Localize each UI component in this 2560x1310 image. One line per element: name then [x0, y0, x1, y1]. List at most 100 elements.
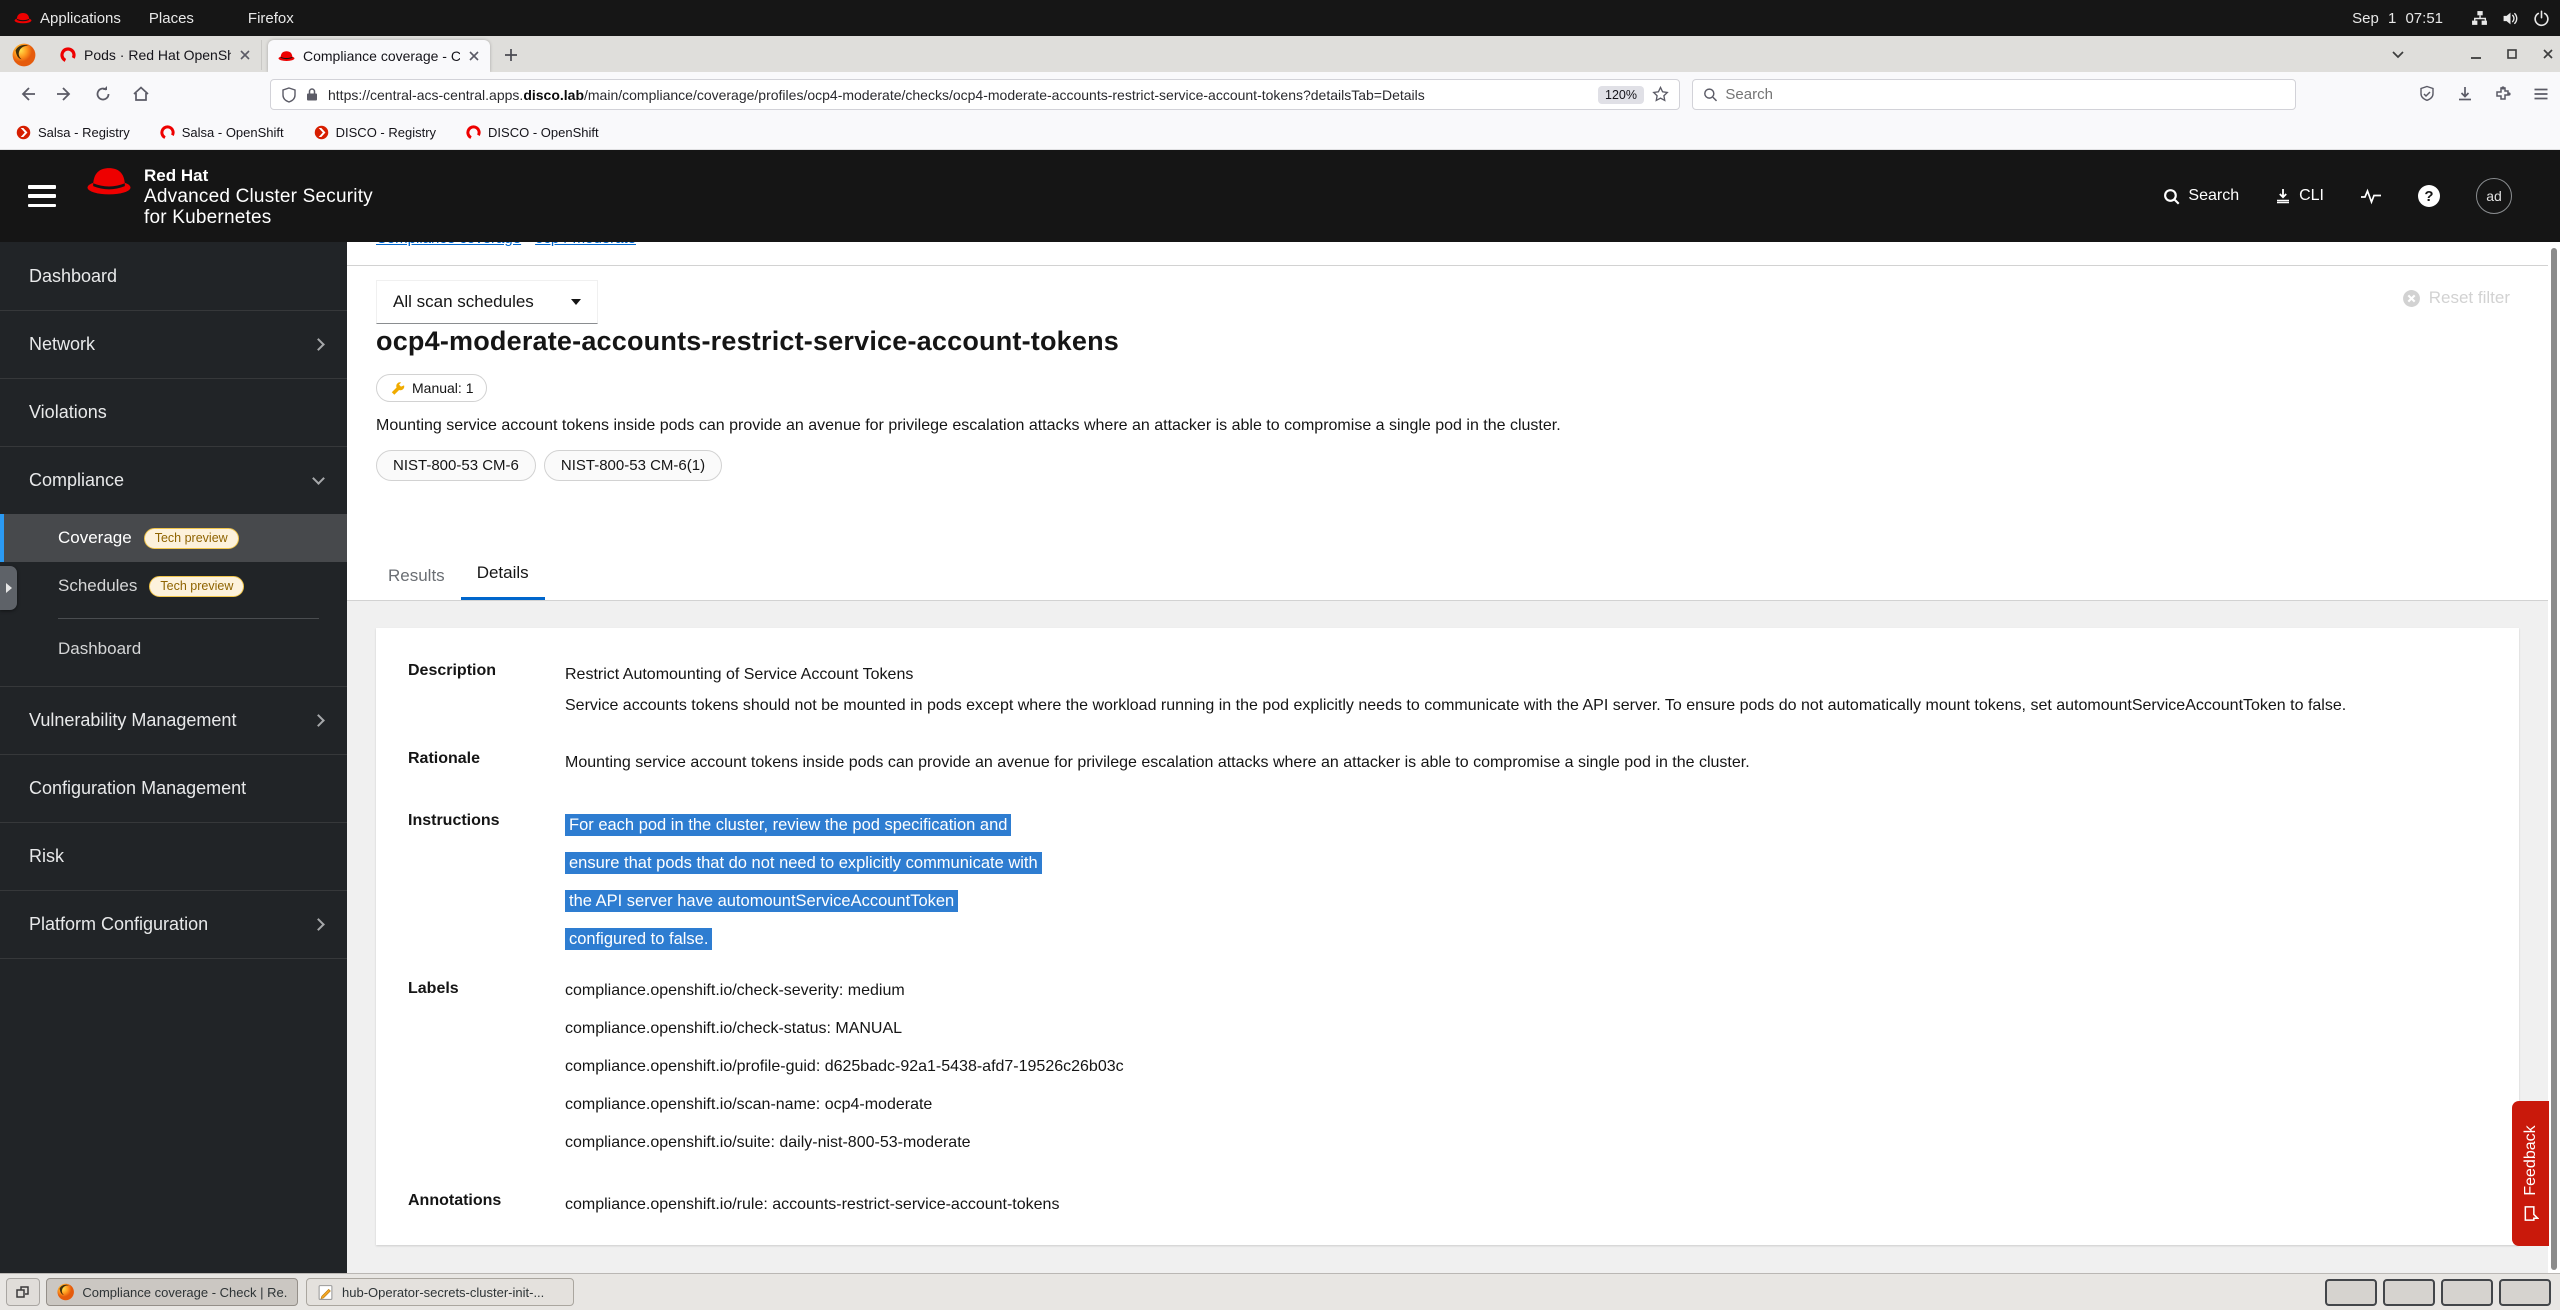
selected-line: configured to false. — [565, 928, 712, 950]
sidebar-item-network[interactable]: Network — [0, 310, 347, 378]
browser-tab-pods[interactable]: Pods · Red Hat OpenShift — [50, 40, 262, 70]
cli-download-button[interactable]: CLI — [2275, 187, 2324, 205]
chevron-right-icon — [312, 714, 325, 727]
breadcrumb-link[interactable]: Compliance coverage — [376, 242, 521, 247]
lock-icon[interactable] — [305, 87, 319, 102]
scan-schedule-select[interactable]: All scan schedules — [376, 280, 598, 324]
new-tab-icon[interactable] — [502, 46, 520, 64]
browser-tab-compliance-active[interactable]: Compliance coverage - C — [268, 40, 490, 72]
label-line: compliance.openshift.io/profile-guid: d6… — [565, 1056, 2487, 1078]
search-icon — [2163, 188, 2180, 205]
firefox-icon[interactable] — [12, 43, 36, 67]
description-paragraph: Service accounts tokens should not be mo… — [565, 691, 2487, 720]
instructions-selected-text[interactable]: For each pod in the cluster, review the … — [565, 812, 2487, 964]
url-bar[interactable]: https://central-acs-central.apps.disco.l… — [270, 79, 1680, 110]
tab-details[interactable]: Details — [461, 549, 545, 600]
bookmark-star-icon[interactable] — [1652, 86, 1669, 103]
labels-row: Labels compliance.openshift.io/check-sev… — [408, 980, 2487, 1170]
nav-label: Dashboard — [29, 266, 117, 287]
breadcrumb[interactable]: Compliance coverage ocp4-moderate — [376, 242, 1076, 250]
help-icon[interactable]: ? — [2418, 185, 2440, 207]
nav-label: Violations — [29, 402, 107, 423]
sidebar-item-risk[interactable]: Risk — [0, 822, 347, 890]
screen-edge-drag-handle[interactable] — [0, 566, 17, 610]
places-menu[interactable]: Places — [135, 0, 208, 36]
sidebar-item-dashboard[interactable]: Dashboard — [0, 242, 347, 310]
label-line: compliance.openshift.io/scan-name: ocp4-… — [565, 1094, 2487, 1116]
nav-label: Schedules — [58, 576, 137, 596]
taskbar-window-firefox[interactable]: Compliance coverage - Check | Re... — [46, 1278, 298, 1306]
sidebar-item-schedules[interactable]: Schedules Tech preview — [0, 562, 347, 610]
workspace-switcher-4[interactable] — [2499, 1279, 2551, 1306]
instructions-row: Instructions For each pod in the cluster… — [408, 812, 2487, 964]
redhat-icon — [14, 12, 32, 24]
sidebar-item-compliance-dashboard[interactable]: Dashboard — [0, 625, 347, 673]
sidebar-item-compliance[interactable]: Compliance — [0, 446, 347, 514]
search-input[interactable] — [1725, 86, 2285, 103]
downloads-icon[interactable] — [2456, 85, 2474, 103]
reload-icon[interactable] — [94, 85, 112, 103]
feedback-button[interactable]: Feedback — [2512, 1101, 2549, 1246]
bookmark-label: DISCO - Registry — [336, 125, 436, 140]
annotation-line: compliance.openshift.io/rule: accounts-r… — [565, 1192, 2487, 1218]
sidebar-item-vulnerability-management[interactable]: Vulnerability Management — [0, 686, 347, 754]
window-list-applet-icon[interactable] — [6, 1278, 40, 1306]
global-search-button[interactable]: Search — [2163, 187, 2239, 205]
back-icon[interactable] — [18, 85, 36, 103]
bookmark-disco-registry[interactable]: DISCO - Registry — [314, 125, 436, 140]
help-glyph: ? — [2424, 188, 2433, 205]
home-icon[interactable] — [132, 85, 150, 103]
breadcrumb-link[interactable]: ocp4-moderate — [535, 242, 636, 247]
bookmark-salsa-registry[interactable]: Salsa - Registry — [16, 125, 130, 140]
page-scrollbar[interactable] — [2551, 248, 2557, 1270]
firefox-appmenu[interactable]: Firefox — [234, 0, 308, 36]
taskbar-window-title: hub-Operator-secrets-cluster-init-... — [342, 1285, 544, 1300]
label-line: compliance.openshift.io/check-severity: … — [565, 980, 2487, 1002]
quay-icon — [314, 125, 329, 140]
nav-toggle-hamburger-icon[interactable] — [28, 185, 56, 207]
list-all-tabs-icon[interactable] — [2390, 46, 2406, 62]
filter-toolbar: All scan schedules Reset filter — [347, 266, 2560, 326]
activity-pulse-icon[interactable] — [2360, 187, 2382, 205]
power-icon[interactable] — [2533, 10, 2550, 27]
page-title: ocp4-moderate-accounts-restrict-service-… — [376, 326, 2516, 357]
forward-icon[interactable] — [56, 85, 74, 103]
app-menu-hamburger-icon[interactable] — [2532, 85, 2550, 103]
window-minimize-icon[interactable] — [2468, 46, 2484, 62]
bookmark-label: Salsa - OpenShift — [182, 125, 284, 140]
extensions-puzzle-icon[interactable] — [2494, 85, 2512, 103]
rationale-row: Rationale Mounting service account token… — [408, 750, 2487, 776]
bookmark-disco-openshift[interactable]: DISCO - OpenShift — [466, 125, 599, 140]
user-avatar[interactable]: ad — [2476, 178, 2512, 214]
tab-results[interactable]: Results — [372, 552, 461, 600]
network-icon[interactable] — [2471, 10, 2488, 27]
sidebar-bottom-divider — [0, 958, 347, 959]
tracking-protection-shield-icon[interactable] — [281, 87, 297, 103]
volume-icon[interactable] — [2502, 10, 2519, 27]
manual-count-badge: Manual: 1 — [376, 374, 487, 402]
manual-badge-label: Manual: 1 — [412, 380, 473, 396]
openshift-icon — [466, 125, 481, 140]
clock[interactable]: Sep 1 07:51 — [2352, 10, 2443, 27]
workspace-switcher-1[interactable] — [2325, 1279, 2377, 1306]
sidebar-item-violations[interactable]: Violations — [0, 378, 347, 446]
applications-menu[interactable]: Applications — [0, 0, 135, 36]
brand-text: Red Hat Advanced Cluster Security for Ku… — [144, 166, 373, 229]
account-shield-icon[interactable] — [2418, 85, 2436, 103]
sidebar-item-platform-configuration[interactable]: Platform Configuration — [0, 890, 347, 958]
tab-close-icon[interactable] — [239, 49, 251, 61]
reset-filter-button[interactable]: Reset filter — [2402, 288, 2510, 308]
workspace-switcher-2[interactable] — [2383, 1279, 2435, 1306]
taskbar-window-editor[interactable]: hub-Operator-secrets-cluster-init-... — [306, 1278, 574, 1306]
bookmark-salsa-openshift[interactable]: Salsa - OpenShift — [160, 125, 284, 140]
search-label: Search — [2188, 187, 2239, 205]
tab-close-icon[interactable] — [468, 50, 480, 62]
brand-logo[interactable]: Red Hat Advanced Cluster Security for Ku… — [86, 166, 373, 229]
sidebar-item-coverage[interactable]: Coverage Tech preview — [0, 514, 347, 562]
workspace-switcher-3[interactable] — [2441, 1279, 2493, 1306]
window-maximize-icon[interactable] — [2504, 46, 2520, 62]
browser-search-box[interactable] — [1692, 79, 2296, 110]
zoom-level-badge[interactable]: 120% — [1598, 86, 1644, 104]
sidebar-item-configuration-management[interactable]: Configuration Management — [0, 754, 347, 822]
window-close-icon[interactable] — [2540, 46, 2556, 62]
